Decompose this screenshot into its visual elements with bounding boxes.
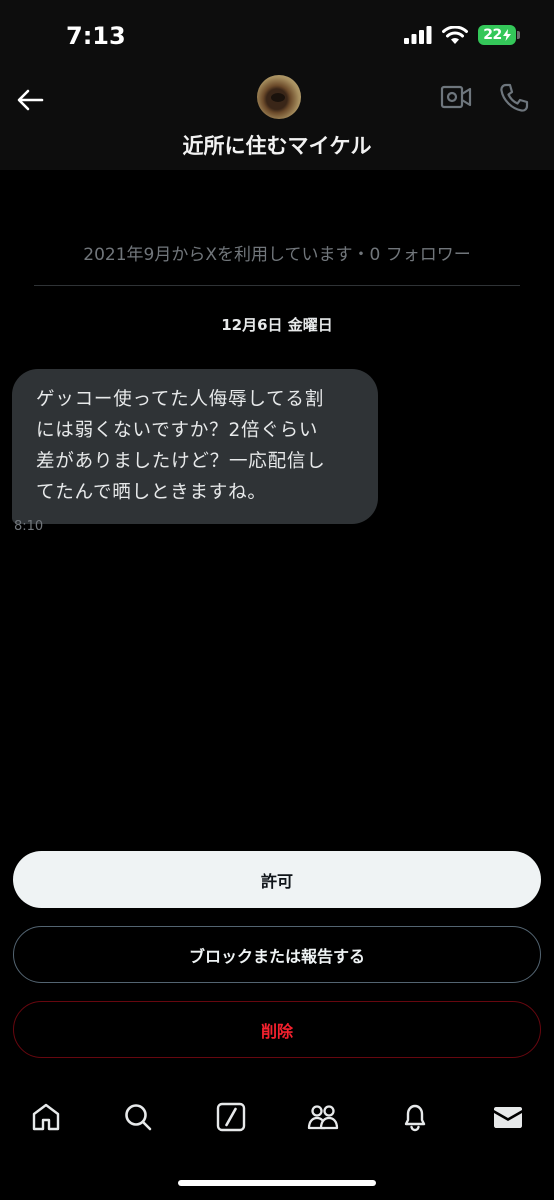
message-line: 差がありましたけど？一応配信し (36, 451, 326, 472)
status-bar: 7:13 22 (0, 0, 554, 70)
nav-notifications[interactable] (391, 1093, 439, 1141)
battery-level: 22 (483, 27, 502, 43)
status-time: 7:13 (66, 22, 126, 50)
conversation-header: 近所に住むマイケル (0, 70, 554, 170)
message-line: には弱くないですか？2倍ぐらい (36, 420, 319, 441)
battery-charging-icon: 22 (478, 25, 520, 45)
allow-button[interactable]: 許可 (13, 851, 541, 908)
home-indicator (178, 1180, 376, 1186)
message-line: てたんで晒しときますね。 (36, 482, 267, 503)
account-join-info: 2021年9月からXを利用しています・0 フォロワー (83, 245, 471, 265)
grok-icon (216, 1102, 246, 1132)
nav-grok[interactable] (207, 1093, 255, 1141)
message-timestamp: 8:10 (14, 519, 44, 534)
notifications-icon (405, 1104, 426, 1132)
message-line: ゲッコー使ってた人侮辱してる割 (36, 389, 325, 410)
audio-call-button[interactable] (498, 82, 530, 118)
messages-icon (493, 1107, 522, 1128)
cellular-signal-icon (404, 26, 432, 44)
conversation-title[interactable]: 近所に住むマイケル (0, 130, 554, 160)
back-button[interactable] (12, 82, 48, 118)
home-icon (32, 1103, 60, 1131)
avatar[interactable] (257, 75, 301, 119)
wifi-icon (442, 25, 468, 44)
nav-communities[interactable] (299, 1093, 347, 1141)
status-icons: 22 (404, 25, 520, 45)
video-call-button[interactable] (440, 82, 472, 116)
video-camera-icon (440, 85, 472, 109)
phone-icon (500, 83, 529, 112)
message-bubble[interactable]: ゲッコー使ってた人侮辱してる割 には弱くないですか？2倍ぐらい 差がありましたけ… (12, 369, 378, 524)
delete-button[interactable]: 削除 (13, 1001, 541, 1058)
block-or-report-button[interactable]: ブロックまたは報告する (13, 926, 541, 983)
search-icon (125, 1104, 152, 1131)
back-arrow-icon (17, 89, 44, 111)
date-separator: 12月6日 金曜日 (221, 316, 333, 334)
nav-home[interactable] (22, 1093, 70, 1141)
nav-search[interactable] (114, 1093, 162, 1141)
divider (34, 285, 520, 286)
communities-icon (307, 1105, 339, 1130)
nav-messages[interactable] (484, 1093, 532, 1141)
bottom-navigation (0, 1085, 554, 1149)
